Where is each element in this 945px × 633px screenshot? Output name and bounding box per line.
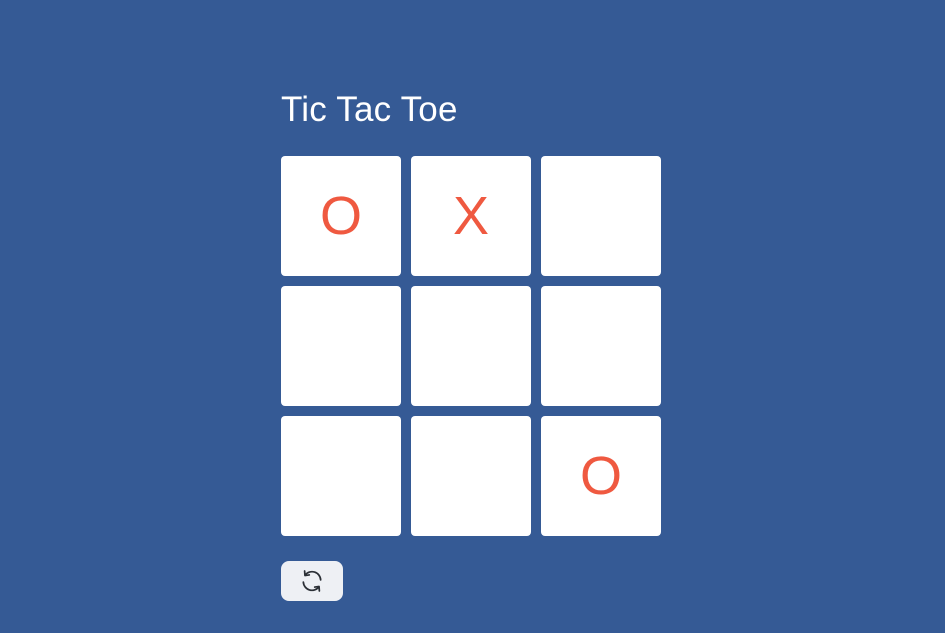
refresh-icon xyxy=(299,568,325,594)
game-container: Tic Tac Toe O X O xyxy=(281,88,661,601)
board-cell-7[interactable] xyxy=(281,416,401,536)
reset-button[interactable] xyxy=(281,561,343,601)
board-cell-3[interactable] xyxy=(541,156,661,276)
board-cell-2[interactable]: X xyxy=(411,156,531,276)
board-cell-6[interactable] xyxy=(541,286,661,406)
board-cell-8[interactable] xyxy=(411,416,531,536)
game-board: O X O xyxy=(281,156,661,536)
board-cell-5[interactable] xyxy=(411,286,531,406)
board-cell-1[interactable]: O xyxy=(281,156,401,276)
board-cell-9[interactable]: O xyxy=(541,416,661,536)
game-title: Tic Tac Toe xyxy=(281,90,458,129)
board-cell-4[interactable] xyxy=(281,286,401,406)
